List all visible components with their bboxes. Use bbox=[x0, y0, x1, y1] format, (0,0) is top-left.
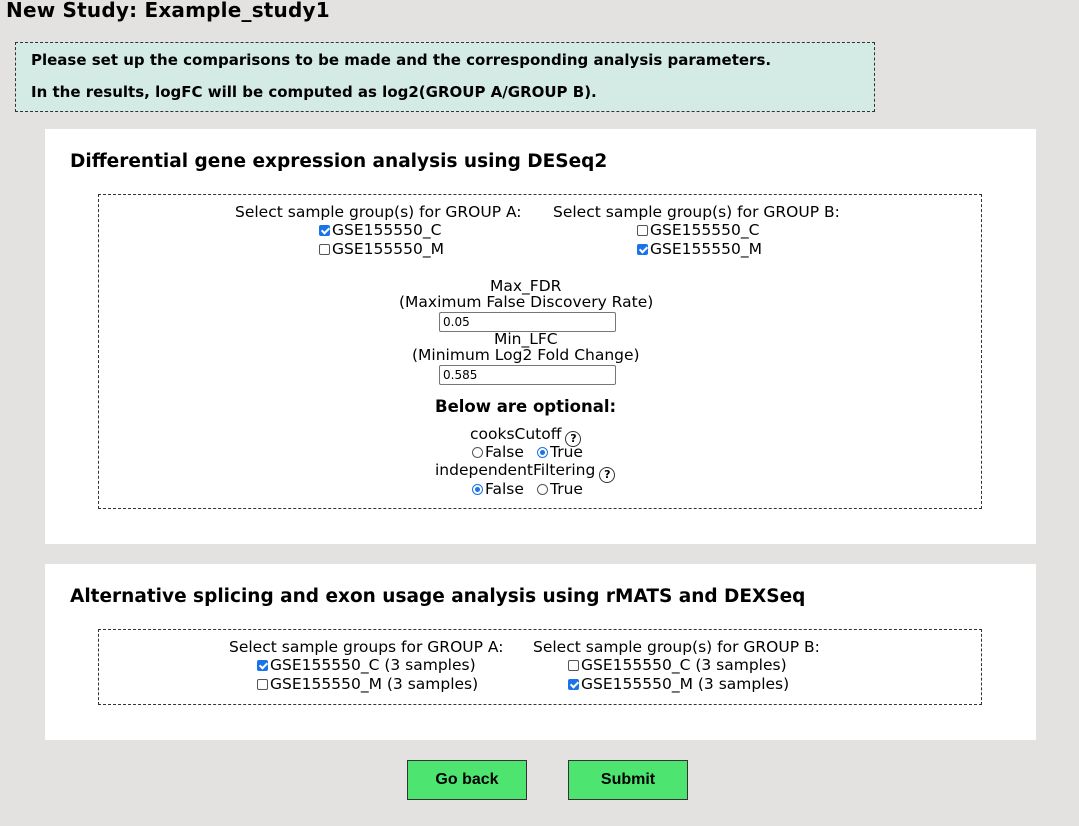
checkbox-icon[interactable] bbox=[568, 679, 579, 690]
splicing-title: Alternative splicing and exon usage anal… bbox=[70, 586, 806, 607]
deseq-title: Differential gene expression analysis us… bbox=[70, 151, 608, 172]
checkbox-icon[interactable] bbox=[319, 244, 330, 255]
cooks-cutoff-false-option[interactable]: False bbox=[472, 443, 524, 461]
deseq-panel: Differential gene expression analysis us… bbox=[45, 129, 1036, 544]
splicing-group-a-option-c[interactable]: GSE155550_C (3 samples) bbox=[257, 656, 476, 674]
radio-icon[interactable] bbox=[537, 447, 548, 458]
splicing-group-a-option-m[interactable]: GSE155550_M (3 samples) bbox=[257, 675, 478, 693]
deseq-group-b-option-c[interactable]: GSE155550_C bbox=[637, 221, 759, 239]
splicing-group-b-option-c[interactable]: GSE155550_C (3 samples) bbox=[568, 656, 787, 674]
max-fdr-input[interactable] bbox=[439, 312, 616, 332]
radio-icon[interactable] bbox=[472, 484, 483, 495]
checkbox-icon[interactable] bbox=[257, 660, 268, 671]
deseq-group-a-option-c[interactable]: GSE155550_C bbox=[319, 221, 441, 239]
radio-icon[interactable] bbox=[537, 484, 548, 495]
page-title: New Study: Example_study1 bbox=[6, 0, 330, 22]
cooks-cutoff-true-option[interactable]: True bbox=[537, 443, 583, 461]
splicing-group-b-option-m[interactable]: GSE155550_M (3 samples) bbox=[568, 675, 789, 693]
notice-line-2: In the results, logFC will be computed a… bbox=[31, 83, 597, 101]
deseq-group-b-label: Select sample group(s) for GROUP B: bbox=[553, 203, 840, 221]
go-back-button[interactable]: Go back bbox=[407, 760, 527, 800]
splicing-group-b-label: Select sample group(s) for GROUP B: bbox=[533, 638, 820, 656]
optional-heading: Below are optional: bbox=[435, 397, 617, 416]
splicing-group-a-label: Select sample groups for GROUP A: bbox=[229, 638, 504, 656]
deseq-group-a-option-m[interactable]: GSE155550_M bbox=[319, 240, 444, 258]
min-lfc-description: (Minimum Log2 Fold Change) bbox=[412, 346, 640, 364]
checkbox-icon[interactable] bbox=[319, 225, 330, 236]
checkbox-icon[interactable] bbox=[637, 225, 648, 236]
deseq-options-box: Select sample group(s) for GROUP A: Sele… bbox=[98, 194, 982, 509]
checkbox-icon[interactable] bbox=[637, 244, 648, 255]
deseq-group-b-option-m[interactable]: GSE155550_M bbox=[637, 240, 762, 258]
deseq-group-a-label: Select sample group(s) for GROUP A: bbox=[235, 203, 522, 221]
instructions-notice: Please set up the comparisons to be made… bbox=[15, 42, 875, 112]
independent-filtering-true-option[interactable]: True bbox=[537, 480, 583, 498]
independent-filtering-false-option[interactable]: False bbox=[472, 480, 524, 498]
max-fdr-description: (Maximum False Discovery Rate) bbox=[399, 293, 654, 311]
checkbox-icon[interactable] bbox=[568, 660, 579, 671]
splicing-panel: Alternative splicing and exon usage anal… bbox=[45, 564, 1036, 740]
checkbox-icon[interactable] bbox=[257, 679, 268, 690]
notice-line-1: Please set up the comparisons to be made… bbox=[31, 51, 772, 69]
radio-icon[interactable] bbox=[472, 447, 483, 458]
submit-button[interactable]: Submit bbox=[568, 760, 688, 800]
min-lfc-input[interactable] bbox=[439, 365, 616, 385]
help-icon[interactable]: ? bbox=[599, 467, 616, 483]
splicing-options-box: Select sample groups for GROUP A: Select… bbox=[98, 629, 982, 705]
independent-filtering-label: independentFiltering? bbox=[435, 461, 616, 483]
